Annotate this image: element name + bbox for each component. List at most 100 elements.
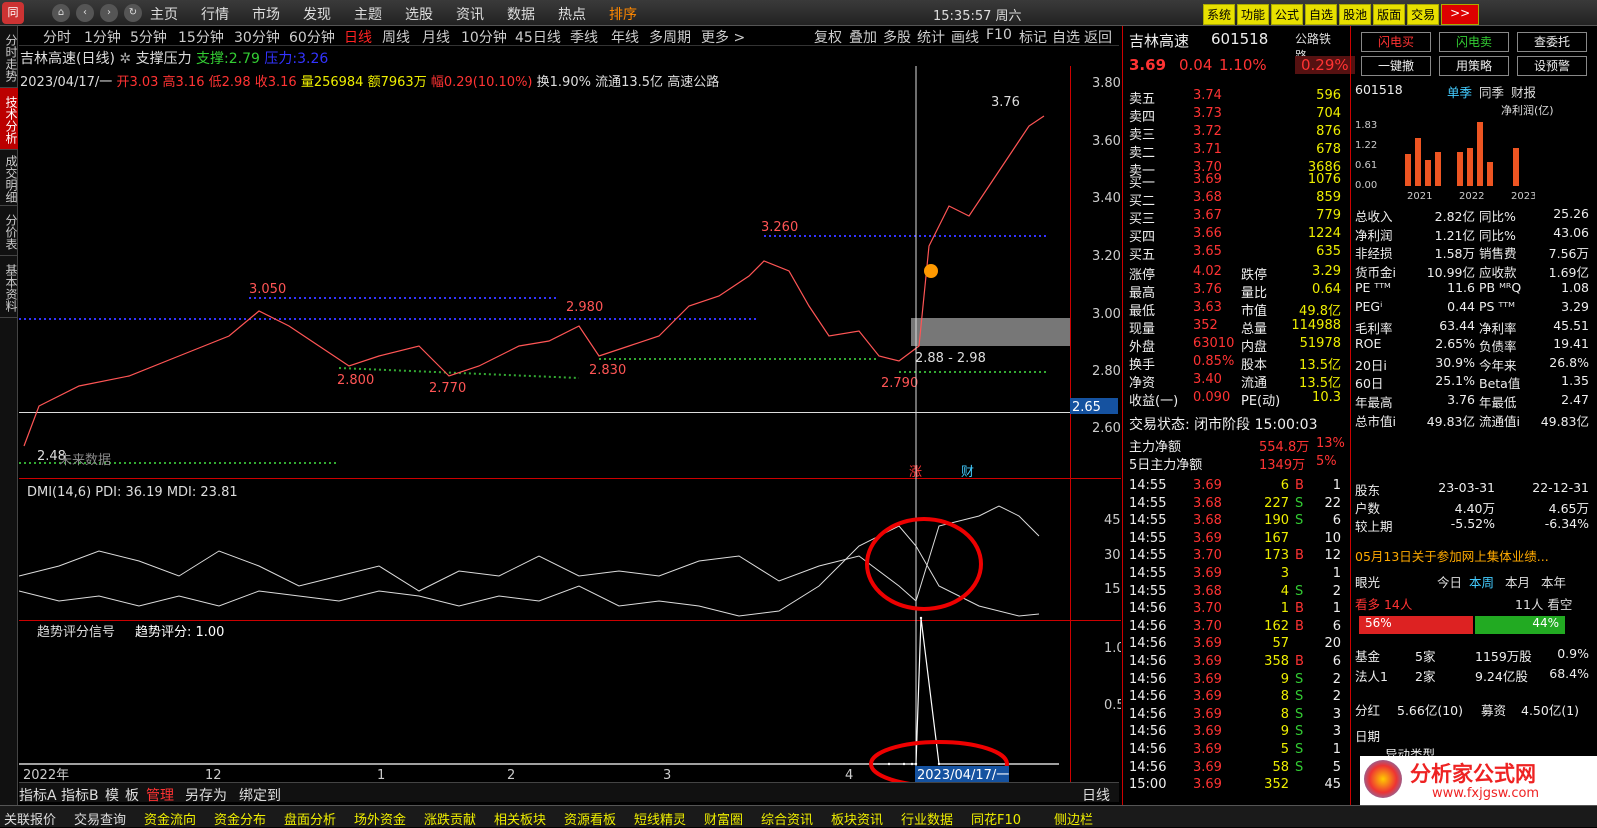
forward-icon[interactable]: › (100, 4, 118, 22)
watchlist-button[interactable]: 自选 (1305, 4, 1338, 25)
period-tab-daily[interactable]: 日线 (344, 27, 372, 47)
footer-item[interactable]: 同花F10 (971, 809, 1021, 828)
stats-button[interactable]: 统计 (917, 27, 945, 47)
eye-tab-year[interactable]: 本年 (1541, 572, 1566, 591)
function-button[interactable]: 功能 (1237, 4, 1270, 25)
period-tab-intraday[interactable]: 分时 (43, 27, 71, 47)
return-button[interactable]: 返回 (1084, 27, 1112, 47)
menu-item-sort[interactable]: 排序 (609, 4, 637, 24)
period-tab-10m[interactable]: 10分钟 (461, 27, 507, 47)
ask-row[interactable]: 卖三 3.72 876 (1129, 124, 1341, 143)
query-orders-button[interactable]: 查委托 (1517, 32, 1587, 52)
tab-manage[interactable]: 管理 (146, 785, 174, 805)
period-tab-monthly[interactable]: 月线 (422, 27, 450, 47)
strategy-button[interactable]: 用策略 (1439, 56, 1509, 76)
menu-item-theme[interactable]: 主题 (354, 4, 382, 24)
footer-item[interactable]: 涨跌贡献 (424, 809, 476, 828)
flash-sell-button[interactable]: 闪电卖 (1439, 32, 1509, 52)
period-tab-quarter[interactable]: 季线 (570, 27, 598, 47)
kline-chart[interactable]: 2.65 3.80 3.60 3.40 3.20 3.00 2.80 2.60 … (19, 46, 1121, 782)
tab-board[interactable]: 板 (125, 785, 139, 805)
system-button[interactable]: 系统 (1203, 4, 1236, 25)
layout-button[interactable]: 版面 (1373, 4, 1406, 25)
tab-report[interactable]: 财报 (1511, 82, 1536, 101)
footer-item[interactable]: 相关板块 (494, 809, 546, 828)
footer-item[interactable]: 侧边栏 (1054, 809, 1093, 828)
signal-icon[interactable] (924, 264, 938, 278)
tab-template[interactable]: 模 (105, 785, 119, 805)
footer-item[interactable]: 资金流向 (144, 809, 196, 828)
tab-indicator-a[interactable]: 指标A (19, 785, 57, 805)
menu-item-discover[interactable]: 发现 (303, 4, 331, 24)
tab-save-as[interactable]: 另存为 (185, 785, 227, 805)
period-tab-15m[interactable]: 15分钟 (178, 27, 224, 47)
overlay-button[interactable]: 叠加 (849, 27, 877, 47)
refresh-icon[interactable]: ↻ (124, 4, 142, 22)
adjust-button[interactable]: 复权 (814, 27, 842, 47)
menu-item-screener[interactable]: 选股 (405, 4, 433, 24)
eye-tab-today[interactable]: 今日 (1437, 572, 1462, 591)
trade-button[interactable]: 交易 (1407, 4, 1440, 25)
footer-item[interactable]: 综合资讯 (761, 809, 813, 828)
footer-item[interactable]: 场外资金 (354, 809, 406, 828)
alert-button[interactable]: 设预警 (1517, 56, 1587, 76)
tab-price-table[interactable]: 分价表 (0, 206, 18, 256)
eye-tab-month[interactable]: 本月 (1505, 572, 1530, 591)
multi-stock-button[interactable]: 多股 (883, 27, 911, 47)
tab-single-quarter[interactable]: 单季 (1447, 82, 1472, 101)
menu-item-data[interactable]: 数据 (507, 4, 535, 24)
footer-item[interactable]: 关联报价 (4, 809, 56, 828)
bid-row[interactable]: 买一 3.69 1076 (1129, 172, 1341, 191)
footer-item[interactable]: 交易查询 (74, 809, 126, 828)
period-tab-more[interactable]: 更多 > (701, 27, 745, 47)
tab-indicator-b[interactable]: 指标B (61, 785, 99, 805)
watch-button[interactable]: 自选 (1052, 27, 1080, 47)
more-button[interactable]: >> (1441, 4, 1480, 25)
tick-price: 3.69 (1193, 724, 1222, 740)
ask-row[interactable]: 卖四 3.73 704 (1129, 106, 1341, 125)
bid-row[interactable]: 买四 3.66 1224 (1129, 226, 1341, 245)
bid-row[interactable]: 买五 3.65 635 (1129, 244, 1341, 263)
footer-item[interactable]: 板块资讯 (831, 809, 883, 828)
period-tab-5m[interactable]: 5分钟 (130, 27, 167, 47)
news-link[interactable]: 05月13日关于参加网上集体业绩... (1355, 546, 1549, 565)
period-tab-weekly[interactable]: 周线 (382, 27, 410, 47)
footer-item[interactable]: 盘面分析 (284, 809, 336, 828)
cancel-all-button[interactable]: 一键撤 (1361, 56, 1431, 76)
period-tab-60m[interactable]: 60分钟 (289, 27, 335, 47)
footer-item[interactable]: 财富圈 (704, 809, 743, 828)
draw-button[interactable]: 画线 (951, 27, 979, 47)
tab-trades[interactable]: 成交明细 (0, 150, 18, 206)
ask-row[interactable]: 卖五 3.74 596 (1129, 88, 1341, 107)
period-tab-1m[interactable]: 1分钟 (84, 27, 121, 47)
f10-button[interactable]: F10 (986, 27, 1012, 43)
menu-item-exchange[interactable]: 市场 (252, 4, 280, 24)
tab-technical[interactable]: 技术分析 (0, 88, 18, 150)
home-icon[interactable]: ⌂ (52, 4, 70, 22)
menu-item-news[interactable]: 资讯 (456, 4, 484, 24)
menu-item-market[interactable]: 行情 (201, 4, 229, 24)
footer-item[interactable]: 资源看板 (564, 809, 616, 828)
tab-same-quarter[interactable]: 同季 (1479, 82, 1504, 101)
period-tab-30m[interactable]: 30分钟 (234, 27, 280, 47)
tab-intraday[interactable]: 分时走势 (0, 26, 18, 88)
menu-item-home[interactable]: 主页 (150, 4, 178, 24)
ask-row[interactable]: 卖二 3.71 678 (1129, 142, 1341, 161)
stock-pool-button[interactable]: 股池 (1339, 4, 1372, 25)
footer-item[interactable]: 短线精灵 (634, 809, 686, 828)
tab-bind-to[interactable]: 绑定到 (239, 785, 281, 805)
tab-fundamentals[interactable]: 基本资料 (0, 256, 18, 318)
period-tab-45d[interactable]: 45日线 (515, 27, 561, 47)
back-icon[interactable]: ‹ (76, 4, 94, 22)
menu-item-hot[interactable]: 热点 (558, 4, 586, 24)
period-tab-year[interactable]: 年线 (611, 27, 639, 47)
mark-button[interactable]: 标记 (1019, 27, 1047, 47)
bid-row[interactable]: 买二 3.68 859 (1129, 190, 1341, 209)
footer-item[interactable]: 资金分布 (214, 809, 266, 828)
flash-buy-button[interactable]: 闪电买 (1361, 32, 1431, 52)
bid-row[interactable]: 买三 3.67 779 (1129, 208, 1341, 227)
footer-item[interactable]: 行业数据 (901, 809, 953, 828)
period-tab-multi[interactable]: 多周期 (649, 27, 691, 47)
formula-button[interactable]: 公式 (1271, 4, 1304, 25)
eye-tab-week[interactable]: 本周 (1469, 572, 1494, 591)
